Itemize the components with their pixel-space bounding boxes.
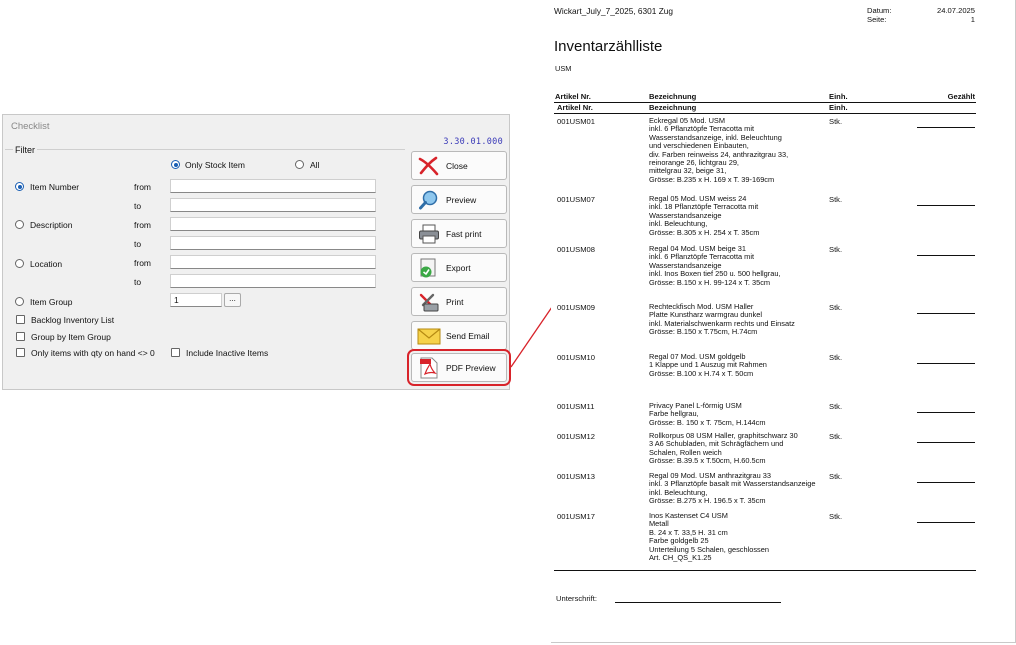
col-desc-header: Bezeichnung: [649, 92, 697, 101]
item-article-no: 001USM12: [557, 432, 595, 441]
item-unit: Stk.: [829, 303, 843, 312]
item-description: Inos Kastenset C4 USM Metall B. 24 x T. …: [649, 511, 769, 563]
item-description: Privacy Panel L-förmig USM Farbe hellgra…: [649, 401, 766, 427]
item-unit: Stk.: [829, 512, 843, 521]
col-counted-header: Gezählt: [947, 92, 975, 101]
item-article-no: 001USM08: [557, 245, 595, 254]
item-article-no: 001USM13: [557, 472, 595, 481]
item-article-no: 001USM10: [557, 353, 595, 362]
item-description: Rollkorpus 08 USM Haller, graphitschwarz…: [649, 431, 798, 466]
item-count-line: [917, 412, 975, 413]
item-unit: Stk.: [829, 245, 843, 254]
report-group: USM: [555, 64, 572, 73]
item-count-line: [917, 482, 975, 483]
item-unit: Stk.: [829, 353, 843, 362]
item-description: Rechteckfisch Mod. USM Haller Platte Kun…: [649, 302, 795, 337]
col-unit-header: Einh.: [829, 92, 848, 101]
item-article-no: 001USM11: [557, 402, 595, 411]
item-description: Regal 09 Mod. USM anthrazitgrau 33 inkl.…: [649, 471, 816, 506]
item-unit: Stk.: [829, 117, 843, 126]
item-unit: Stk.: [829, 432, 843, 441]
item-count-line: [917, 522, 975, 523]
report-title: Inventarzählliste: [554, 38, 663, 55]
item-count-line: [917, 442, 975, 443]
report-date-value: 24.07.2025: [936, 6, 975, 15]
subheader-rule: [554, 113, 976, 114]
col-article-subheader: Artikel Nr.: [557, 103, 593, 112]
item-count-line: [917, 363, 975, 364]
item-count-line: [917, 205, 975, 206]
item-unit: Stk.: [829, 195, 843, 204]
item-description: Regal 05 Mod. USM weiss 24 inkl. 18 Pfla…: [649, 194, 760, 237]
item-unit: Stk.: [829, 472, 843, 481]
item-unit: Stk.: [829, 402, 843, 411]
col-article-header: Artikel Nr.: [555, 92, 591, 101]
report-page-label: Seite:: [867, 15, 887, 24]
col-unit-subheader: Einh.: [829, 103, 848, 112]
item-count-line: [917, 127, 975, 128]
report-page-value: 1: [970, 15, 975, 24]
col-desc-subheader: Bezeichnung: [649, 103, 697, 112]
item-description: Regal 07 Mod. USM goldgelb 1 Klappe und …: [649, 352, 767, 378]
report-date-label: Datum:: [867, 6, 892, 15]
item-article-no: 001USM07: [557, 195, 595, 204]
report-page: Wickart_July_7_2025, 6301 Zug Datum: 24.…: [551, 0, 1016, 643]
report-company: Wickart_July_7_2025, 6301 Zug: [554, 6, 673, 16]
item-description: Regal 04 Mod. USM beige 31 inkl. 6 Pflan…: [649, 244, 781, 287]
item-description: Eckregal 05 Mod. USM inkl. 6 Pflanztöpfe…: [649, 116, 789, 184]
footer-rule: [554, 570, 976, 571]
item-article-no: 001USM09: [557, 303, 595, 312]
item-article-no: 001USM01: [557, 117, 595, 126]
header-rule: [554, 102, 976, 103]
signature-line: [615, 602, 781, 603]
signature-label: Unterschrift:: [556, 594, 597, 603]
item-count-line: [917, 255, 975, 256]
item-count-line: [917, 313, 975, 314]
item-article-no: 001USM17: [557, 512, 595, 521]
